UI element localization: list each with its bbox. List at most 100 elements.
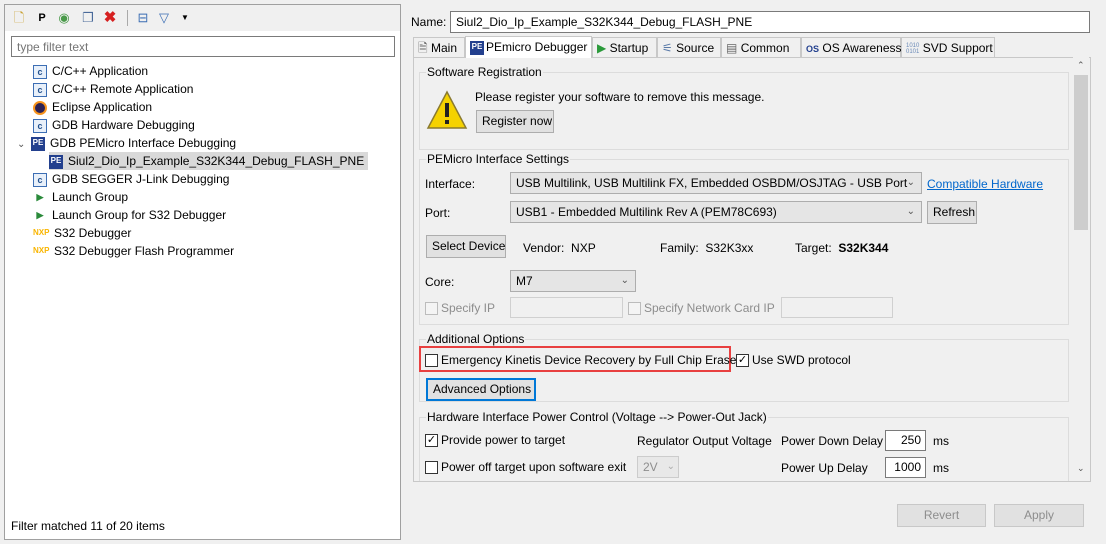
tab-label: Common: [740, 41, 790, 55]
specify-network-card-ip-checkbox[interactable]: Specify Network Card IP: [628, 301, 775, 316]
vendor-value: NXP: [571, 241, 596, 255]
tree-item-siul2-config[interactable]: PE Siul2_Dio_Ip_Example_S32K344_Debug_FLA…: [49, 152, 369, 170]
regulator-voltage-select[interactable]: 2V ⌄: [637, 456, 679, 478]
tab-main[interactable]: 🗎 Main: [413, 37, 465, 58]
checkbox[interactable]: [425, 461, 438, 475]
register-now-button[interactable]: Register now: [476, 110, 554, 133]
checkbox[interactable]: [425, 354, 438, 368]
checkbox[interactable]: [425, 302, 438, 316]
tree-item-eclipse-application[interactable]: Eclipse Application: [33, 98, 152, 116]
family-value: S32K3xx: [705, 241, 754, 255]
checkbox[interactable]: [628, 302, 641, 316]
tab-label: Startup: [609, 41, 649, 55]
registration-message: Please register your software to remove …: [475, 90, 765, 104]
tree-item-gdb-hardware-debugging[interactable]: c GDB Hardware Debugging: [33, 116, 195, 134]
interface-label: Interface:: [425, 177, 476, 191]
tree-item-label: S32 Debugger: [54, 226, 132, 240]
expand-chevron-icon[interactable]: ⌄: [17, 136, 31, 154]
tree-item-gdb-pemicro[interactable]: ⌄ PE GDB PEMicro Interface Debugging: [17, 134, 236, 152]
pe-icon: PE: [470, 40, 484, 55]
table-icon: ▤: [726, 41, 738, 55]
scroll-up-icon[interactable]: ⌃: [1077, 60, 1085, 71]
name-input[interactable]: Siul2_Dio_Ip_Example_S32K344_Debug_FLASH…: [450, 11, 1090, 33]
tree-item-segger[interactable]: c GDB SEGGER J-Link Debugging: [33, 170, 229, 188]
document-icon: 🗎: [418, 41, 428, 55]
group-title: PEMicro Interface Settings: [426, 152, 571, 166]
tree-item-s32-debugger[interactable]: NXP S32 Debugger: [33, 224, 131, 242]
c-icon: c: [33, 82, 47, 97]
new-config-icon[interactable]: 🗋: [11, 10, 27, 26]
play-icon: ▶: [597, 41, 607, 55]
provide-power-checkbox[interactable]: ✓ Provide power to target: [425, 433, 565, 448]
revert-button[interactable]: Revert: [897, 504, 986, 527]
tab-common[interactable]: ▤ Common: [721, 37, 801, 58]
core-select[interactable]: M7 ⌄: [510, 270, 636, 292]
scrollbar-thumb[interactable]: [1074, 75, 1088, 230]
duplicate-icon[interactable]: ❐: [80, 10, 96, 26]
scroll-down-icon[interactable]: ⌄: [1077, 463, 1085, 474]
tab-source[interactable]: ⚟ Source: [657, 37, 721, 58]
source-icon: ⚟: [662, 41, 673, 55]
unit-label: ms: [933, 461, 949, 475]
tab-startup[interactable]: ▶ Startup: [592, 37, 657, 58]
pe-icon: PE: [31, 136, 45, 151]
port-select[interactable]: USB1 - Embedded Multilink Rev A (PEM78C6…: [510, 201, 922, 223]
additional-options-group: Additional Options Emergency Kinetis Dev…: [419, 332, 1069, 402]
tab-label: OS Awareness: [822, 41, 902, 55]
tab-label: SVD Support: [922, 41, 993, 55]
checkbox-checked[interactable]: ✓: [736, 354, 749, 368]
tree-item-label: C/C++ Remote Application: [52, 82, 194, 96]
export-icon[interactable]: ◉: [56, 10, 72, 26]
port-label: Port:: [425, 206, 451, 220]
refresh-button[interactable]: Refresh: [927, 201, 977, 224]
power-control-group: Hardware Interface Power Control (Voltag…: [419, 410, 1069, 481]
view-menu-icon[interactable]: ▼: [177, 10, 193, 26]
delete-icon[interactable]: ✖: [102, 10, 118, 26]
tab-label: PEmicro Debugger: [486, 40, 588, 54]
warning-icon: [426, 90, 468, 129]
tree-toolbar: 🗋 P ◉ ❐ ✖ ⊟ ▽ ▼: [5, 5, 400, 31]
specify-ip-checkbox[interactable]: Specify IP: [425, 301, 495, 316]
tree-item-label: Eclipse Application: [52, 100, 153, 114]
tree-item-label: Siul2_Dio_Ip_Example_S32K344_Debug_FLASH…: [68, 154, 365, 168]
tab-os-awareness[interactable]: OS OS Awareness: [801, 37, 902, 58]
checkbox-checked[interactable]: ✓: [425, 434, 438, 448]
pemicro-debugger-panel: Software Registration Please register yo…: [413, 57, 1091, 482]
tree-item-launch-group[interactable]: ▶ Launch Group: [33, 188, 129, 206]
launch-group-icon: ▶: [36, 209, 44, 220]
regulator-voltage-label: Regulator Output Voltage: [637, 434, 772, 448]
power-off-on-exit-checkbox[interactable]: Power off target upon software exit: [425, 460, 627, 475]
chevron-down-icon: ⌄: [666, 461, 675, 472]
family-info: Family: S32K3xx: [660, 241, 753, 255]
vendor-label: Vendor:: [523, 241, 565, 255]
new-prototype-icon[interactable]: P: [34, 10, 50, 26]
tree-item-cpp-remote-application[interactable]: c C/C++ Remote Application: [33, 80, 193, 98]
binary-icon: 1010 0101: [906, 42, 920, 55]
family-label: Family:: [660, 241, 699, 255]
checkbox-label: Power off target upon software exit: [441, 460, 627, 474]
power-up-delay-input[interactable]: 1000: [885, 457, 926, 478]
advanced-options-button[interactable]: Advanced Options: [426, 378, 536, 401]
power-down-delay-input[interactable]: 250: [885, 430, 926, 451]
compatible-hardware-link[interactable]: Compatible Hardware: [927, 177, 1043, 191]
tab-label: Main: [431, 41, 458, 55]
collapse-all-icon[interactable]: ⊟: [135, 10, 151, 26]
c-icon: c: [33, 118, 47, 133]
tab-pemicro-debugger[interactable]: PE PEmicro Debugger: [465, 36, 592, 58]
tree-item-cpp-application[interactable]: c C/C++ Application: [33, 62, 148, 80]
use-swd-checkbox[interactable]: ✓ Use SWD protocol: [736, 353, 851, 368]
filter-icon[interactable]: ▽: [156, 10, 172, 26]
tree-item-s32-flash-programmer[interactable]: NXP S32 Debugger Flash Programmer: [33, 242, 234, 260]
select-device-button[interactable]: Select Device: [426, 235, 506, 258]
apply-button[interactable]: Apply: [994, 504, 1084, 527]
tree-item-label: S32 Debugger Flash Programmer: [54, 244, 235, 258]
unit-label: ms: [933, 434, 949, 448]
tree-item-launch-group-s32[interactable]: ▶ Launch Group for S32 Debugger: [33, 206, 227, 224]
interface-select[interactable]: USB Multilink, USB Multilink FX, Embedde…: [510, 172, 922, 194]
emergency-recovery-checkbox[interactable]: Emergency Kinetis Device Recovery by Ful…: [425, 353, 736, 368]
tab-svd-support[interactable]: 1010 0101 SVD Support: [901, 37, 995, 58]
chevron-down-icon: ⌄: [906, 206, 915, 217]
launch-config-tree-panel: 🗋 P ◉ ❐ ✖ ⊟ ▽ ▼ c C/C++ Application c C/C+…: [4, 4, 401, 540]
launch-group-icon: ▶: [36, 191, 44, 202]
filter-input[interactable]: [11, 36, 395, 57]
